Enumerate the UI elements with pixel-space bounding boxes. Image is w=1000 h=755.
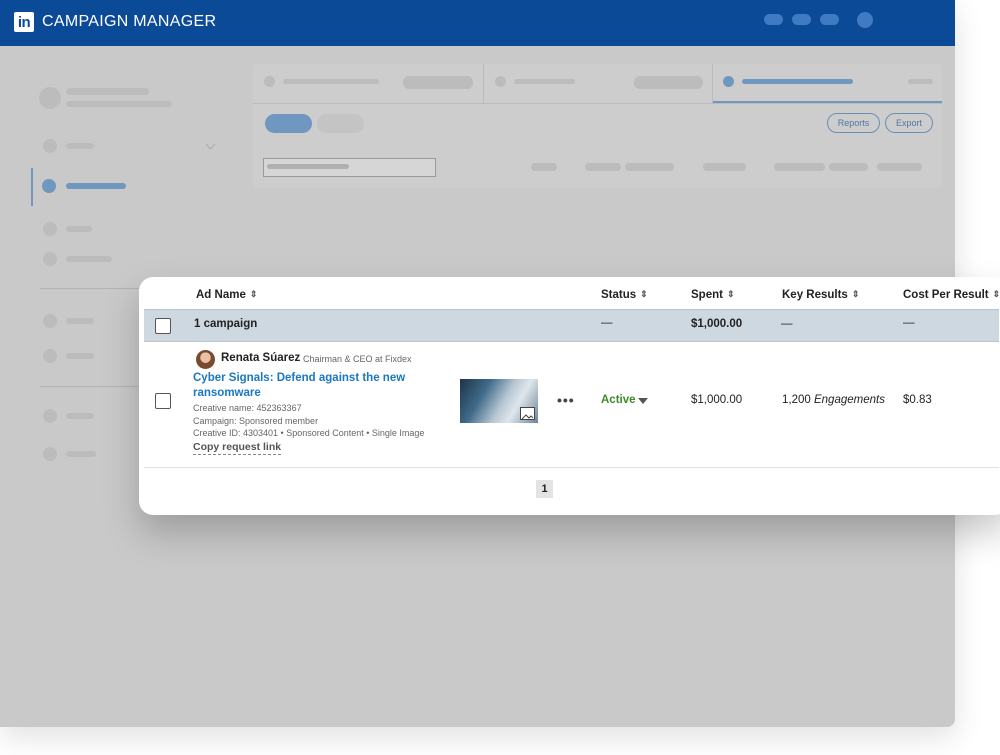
tabs-divider bbox=[253, 103, 942, 104]
sidebar-icon-placeholder bbox=[43, 139, 57, 153]
group-cost-per-result: — bbox=[903, 317, 915, 329]
sort-icon[interactable]: ⇕ bbox=[640, 289, 648, 300]
column-header-label: Spent bbox=[691, 289, 723, 301]
chevron-down-icon[interactable] bbox=[638, 398, 648, 404]
row-divider bbox=[144, 467, 999, 468]
sidebar-icon-placeholder bbox=[43, 447, 57, 461]
creative-name: Creative name: 452363367 bbox=[193, 403, 302, 413]
status-badge[interactable]: Active bbox=[601, 394, 636, 406]
key-results-count: 1,200 bbox=[782, 394, 811, 406]
sidebar-item-placeholder[interactable] bbox=[66, 413, 94, 419]
select-ad-checkbox[interactable] bbox=[155, 393, 171, 409]
creative-id: Creative ID: 4303401 • Sponsored Content… bbox=[193, 428, 425, 438]
column-header-cost-per-result[interactable]: Cost Per Result ⇕ bbox=[903, 289, 1000, 301]
ad-key-results: 1,200 Engagements bbox=[782, 394, 885, 406]
sort-icon[interactable]: ⇕ bbox=[250, 289, 258, 300]
export-button[interactable]: Export bbox=[885, 113, 933, 133]
app-title: CAMPAIGN MANAGER bbox=[42, 13, 217, 30]
profile-avatar[interactable] bbox=[857, 12, 873, 28]
campaign-count: 1 campaign bbox=[194, 318, 258, 330]
linkedin-logo: in bbox=[14, 12, 34, 32]
ad-spent: $1,000.00 bbox=[691, 394, 743, 406]
tab-active-indicator bbox=[713, 101, 942, 103]
sidebar-icon-placeholder bbox=[43, 222, 57, 236]
primary-button-placeholder[interactable] bbox=[265, 114, 312, 133]
account-avatar-placeholder bbox=[39, 87, 61, 109]
reports-button[interactable]: Reports bbox=[827, 113, 880, 133]
column-header-label: Key Results bbox=[782, 289, 848, 301]
ad-thumbnail[interactable] bbox=[460, 379, 538, 423]
image-icon bbox=[520, 407, 535, 420]
account-name-placeholder bbox=[66, 88, 149, 95]
sidebar-item-placeholder[interactable] bbox=[66, 353, 94, 359]
sidebar-icon-placeholder bbox=[43, 314, 57, 328]
sidebar-icon-placeholder bbox=[43, 409, 57, 423]
sidebar-item-placeholder[interactable] bbox=[66, 451, 96, 457]
search-placeholder-bar bbox=[267, 164, 349, 169]
column-header-ad-name[interactable]: Ad Name ⇕ bbox=[196, 289, 257, 301]
sidebar-item-active-placeholder[interactable] bbox=[66, 183, 126, 189]
sidebar-active-indicator bbox=[31, 168, 33, 206]
sort-icon[interactable]: ⇕ bbox=[852, 289, 860, 300]
sidebar-item-placeholder[interactable] bbox=[66, 143, 94, 149]
avatar bbox=[196, 350, 215, 369]
filter-placeholder[interactable] bbox=[625, 163, 674, 171]
filter-placeholder[interactable] bbox=[703, 163, 746, 171]
column-header-key-results[interactable]: Key Results ⇕ bbox=[782, 289, 859, 301]
ad-title-link[interactable]: Cyber Signals: Defend against the new ra… bbox=[193, 371, 413, 401]
tab-label-placeholder[interactable] bbox=[514, 79, 575, 84]
sidebar-item-placeholder[interactable] bbox=[66, 256, 112, 262]
group-status: — bbox=[601, 317, 613, 329]
author-title: Chairman & CEO at Fixdex bbox=[303, 354, 412, 364]
sidebar-icon-placeholder bbox=[43, 349, 57, 363]
column-header-spent[interactable]: Spent ⇕ bbox=[691, 289, 735, 301]
tab-value-placeholder bbox=[403, 76, 473, 89]
tab-icon-placeholder bbox=[264, 76, 275, 87]
account-subtitle-placeholder bbox=[66, 101, 172, 107]
column-header-status[interactable]: Status ⇕ bbox=[601, 289, 648, 301]
tab-icon-placeholder bbox=[723, 76, 734, 87]
column-header-label: Status bbox=[601, 289, 637, 301]
key-results-unit: Engagements bbox=[813, 394, 885, 406]
top-bar: in CAMPAIGN MANAGER bbox=[0, 0, 955, 46]
filter-placeholder[interactable] bbox=[829, 163, 868, 171]
tab-separator bbox=[483, 64, 484, 103]
sidebar-item-placeholder[interactable] bbox=[66, 318, 94, 324]
topbar-nav-item[interactable] bbox=[792, 14, 811, 25]
copy-request-link[interactable]: Copy request link bbox=[193, 441, 282, 455]
select-campaign-checkbox[interactable] bbox=[155, 318, 171, 334]
campaign-name: Campaign: Sponsored member bbox=[193, 416, 319, 426]
ad-cost-per-result: $0.83 bbox=[903, 394, 932, 406]
filter-placeholder[interactable] bbox=[774, 163, 825, 171]
campaign-group-row: 1 campaign — $1,000.00 — — bbox=[144, 309, 999, 342]
group-spent: $1,000.00 bbox=[691, 318, 743, 330]
tab-separator bbox=[712, 64, 713, 103]
tab-label-active-placeholder[interactable] bbox=[742, 79, 853, 84]
author-name: Renata Súarez bbox=[221, 352, 301, 364]
chevron-down-icon[interactable] bbox=[205, 139, 216, 150]
tab-value-placeholder bbox=[908, 79, 933, 84]
filter-placeholder[interactable] bbox=[531, 163, 557, 171]
filter-placeholder[interactable] bbox=[585, 163, 621, 171]
tab-label-placeholder[interactable] bbox=[283, 79, 379, 84]
tab-icon-placeholder bbox=[495, 76, 506, 87]
secondary-button-placeholder[interactable] bbox=[317, 114, 364, 133]
pagination-page-button[interactable]: 1 bbox=[536, 480, 553, 498]
sidebar-item-placeholder[interactable] bbox=[66, 226, 92, 232]
sort-icon[interactable]: ⇕ bbox=[727, 289, 735, 300]
column-header-label: Ad Name bbox=[196, 289, 246, 301]
sidebar-icon-placeholder bbox=[43, 252, 57, 266]
topbar-nav-item[interactable] bbox=[820, 14, 839, 25]
group-key-results: — bbox=[781, 318, 793, 330]
topbar-nav-item[interactable] bbox=[764, 14, 783, 25]
column-header-label: Cost Per Result bbox=[903, 289, 989, 301]
sort-icon[interactable]: ⇕ bbox=[993, 289, 1000, 300]
sidebar-icon-placeholder bbox=[42, 179, 56, 193]
search-input[interactable] bbox=[263, 158, 436, 177]
tab-value-placeholder bbox=[634, 76, 703, 89]
more-icon[interactable]: ••• bbox=[557, 392, 575, 408]
ads-table-card: Ad Name ⇕ Status ⇕ Spent ⇕ Key Results ⇕ Cos… bbox=[139, 277, 1000, 515]
filter-placeholder[interactable] bbox=[877, 163, 922, 171]
